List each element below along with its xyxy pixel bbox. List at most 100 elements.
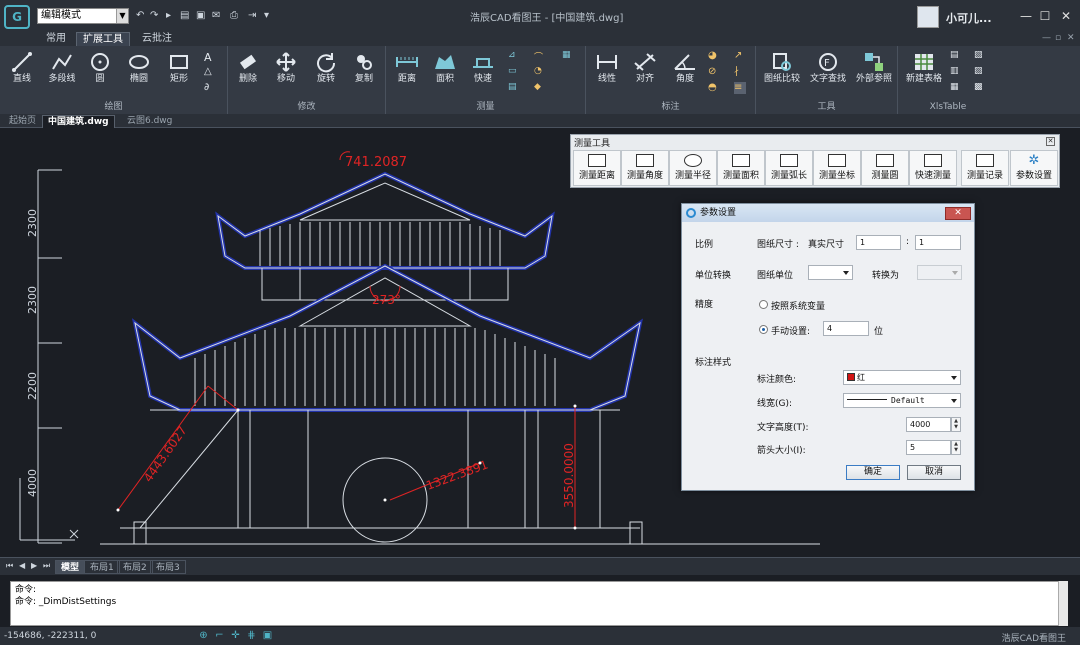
grid-icon[interactable]: ⋕ — [246, 630, 257, 641]
polyline-button[interactable]: 多段线 — [44, 51, 80, 85]
arc-dim-icon[interactable]: ◓ — [708, 82, 720, 94]
table-merge-icon[interactable]: ▧ — [974, 50, 986, 62]
table-split-icon[interactable]: ▨ — [974, 66, 986, 78]
mode-select[interactable]: 编辑模式 ▼ — [37, 8, 129, 24]
ordinate-icon[interactable]: ∤ — [734, 66, 746, 78]
distance-button[interactable]: 距离 — [392, 51, 422, 85]
measure-settings-small-icon[interactable]: ▦ — [562, 50, 574, 62]
doc-tab-cloud6[interactable]: 云图6.dwg — [122, 115, 177, 128]
forward-icon[interactable]: ▸ — [166, 9, 171, 23]
table-import-icon[interactable]: ▤ — [950, 50, 962, 62]
new-table-button[interactable]: 新建表格 — [902, 51, 946, 85]
measure-circle-button[interactable]: 测量圆 — [861, 150, 909, 186]
aligned-dim-button[interactable]: 对齐 — [630, 51, 660, 85]
layout-tab-1[interactable]: 布局1 — [84, 560, 120, 574]
fullscreen-icon[interactable]: ▣ — [262, 630, 273, 641]
last-layout-icon[interactable]: ⏭ — [43, 561, 50, 571]
dialog-close-button[interactable]: ✕ — [945, 207, 971, 220]
measure-arc-small-icon[interactable]: ▭ — [508, 66, 520, 78]
arrow-size-stepper[interactable]: ▲ ▼ — [951, 440, 961, 455]
cloud-icon[interactable]: ∂ — [204, 82, 216, 94]
region-icon[interactable]: △ — [204, 66, 216, 78]
table-export-icon[interactable]: ▥ — [950, 66, 962, 78]
measure-angle-button[interactable]: 测量角度 — [621, 150, 669, 186]
delete-button[interactable]: 删除 — [234, 51, 262, 85]
ortho-icon[interactable]: ⌐ — [214, 630, 225, 641]
app-logo-icon[interactable]: G — [4, 5, 30, 29]
linewidth-select[interactable]: Default — [843, 393, 961, 408]
tab-cloud-annotation[interactable]: 云批注 — [136, 32, 178, 46]
quick-measure-tool-button[interactable]: 快速测量 — [909, 150, 957, 186]
tab-common[interactable]: 常用 — [40, 32, 72, 46]
radio-manual[interactable] — [759, 325, 768, 334]
angle-dim-button[interactable]: 角度 — [670, 51, 700, 85]
measure-settings-button[interactable]: ✲ 参数设置 — [1010, 150, 1058, 186]
layout-tab-model[interactable]: 模型 — [55, 560, 86, 574]
command-scrollbar[interactable] — [1058, 581, 1068, 626]
doc-tab-china-building[interactable]: 中国建筑.dwg — [42, 115, 115, 128]
area-button[interactable]: 面积 — [430, 51, 460, 85]
tab-extended-tools[interactable]: 扩展工具 — [76, 32, 130, 46]
ribbon-restore-icon[interactable]: ▫ — [1055, 33, 1061, 43]
snap-icon[interactable]: ✛ — [230, 630, 241, 641]
open-file-icon[interactable]: ▤ — [180, 9, 189, 23]
first-layout-icon[interactable]: ⏮ — [6, 561, 13, 571]
text-height-input[interactable]: 4000 — [906, 417, 951, 432]
maximize-icon[interactable]: ☐ — [1037, 8, 1053, 24]
measure-arc-button[interactable]: 测量弧长 — [765, 150, 813, 186]
close-icon[interactable]: ✕ — [1046, 137, 1055, 146]
diameter-dim-icon[interactable]: ⊘ — [708, 66, 720, 78]
layout-tab-3[interactable]: 布局3 — [150, 560, 186, 574]
ribbon-minimize-icon[interactable]: — — [1042, 33, 1051, 43]
arrow-size-input[interactable]: 5 — [906, 440, 951, 455]
table-link-icon[interactable]: ▩ — [974, 82, 986, 94]
measure-radius-small-icon[interactable]: ⌒ — [534, 50, 546, 63]
minimize-icon[interactable]: — — [1018, 8, 1034, 24]
ok-button[interactable]: 确定 — [846, 465, 900, 480]
ribbon-close-icon[interactable]: ✕ — [1067, 33, 1075, 43]
export-icon[interactable]: ⇥ — [248, 9, 256, 23]
paper-unit-select[interactable] — [808, 265, 853, 280]
line-button[interactable]: 直线 — [6, 51, 38, 85]
quick-measure-button[interactable]: 快速 — [468, 51, 498, 85]
text-height-stepper[interactable]: ▲ ▼ — [951, 417, 961, 432]
copy-button[interactable]: 复制 — [350, 51, 378, 85]
measure-coords-small-icon[interactable]: ▤ — [508, 82, 520, 94]
dim-color-select[interactable]: 红 — [843, 370, 961, 385]
measure-area-button[interactable]: 测量面积 — [717, 150, 765, 186]
text-icon[interactable]: A — [204, 51, 216, 64]
leader-icon[interactable]: ↗ — [734, 50, 746, 62]
paper-size-input[interactable]: 1 — [856, 235, 901, 250]
redo-icon[interactable]: ↷ — [150, 9, 158, 23]
measure-distance-button[interactable]: 测量距离 — [573, 150, 621, 186]
doc-tab-start[interactable]: 起始页 — [4, 115, 41, 128]
rotate-button[interactable]: 旋转 — [312, 51, 340, 85]
measure-angle-small-icon[interactable]: ⊿ — [508, 50, 520, 62]
undo-icon[interactable]: ↶ — [136, 9, 144, 23]
xref-button[interactable]: 外部参照 — [852, 51, 896, 85]
compare-drawings-button[interactable]: 图纸比较 — [760, 51, 804, 85]
close-icon[interactable]: ✕ — [1058, 8, 1074, 24]
move-button[interactable]: 移动 — [272, 51, 300, 85]
ellipse-button[interactable]: 椭圆 — [124, 51, 154, 85]
next-layout-icon[interactable]: ▶ — [31, 561, 37, 570]
measure-record-button[interactable]: 测量记录 — [961, 150, 1009, 186]
measure-record-small-icon[interactable]: ◆ — [534, 82, 546, 94]
prev-layout-icon[interactable]: ◀ — [19, 561, 25, 570]
save-icon[interactable]: ▣ — [196, 9, 205, 23]
command-line[interactable]: 命令: 命令: _DimDistSettings — [10, 581, 1068, 626]
circle-button[interactable]: 圆 — [86, 51, 114, 85]
layout-tab-2[interactable]: 布局2 — [117, 560, 153, 574]
radio-system-variable[interactable] — [759, 300, 768, 309]
zoom-icon[interactable]: ⊕ — [198, 630, 209, 641]
linear-dim-button[interactable]: 线性 — [592, 51, 622, 85]
measure-radius-button[interactable]: 测量半径 — [669, 150, 717, 186]
measure-circle-small-icon[interactable]: ◔ — [534, 66, 546, 78]
find-text-button[interactable]: F 文字查找 — [806, 51, 850, 85]
print-icon[interactable]: ⎙ — [230, 9, 238, 23]
radius-dim-icon[interactable]: ◕ — [708, 50, 720, 62]
dim-style-icon[interactable]: ≡ — [734, 82, 746, 94]
measure-coords-button[interactable]: 测量坐标 — [813, 150, 861, 186]
real-size-input[interactable]: 1 — [915, 235, 961, 250]
quick-access-more-icon[interactable]: ▾ — [264, 9, 269, 23]
